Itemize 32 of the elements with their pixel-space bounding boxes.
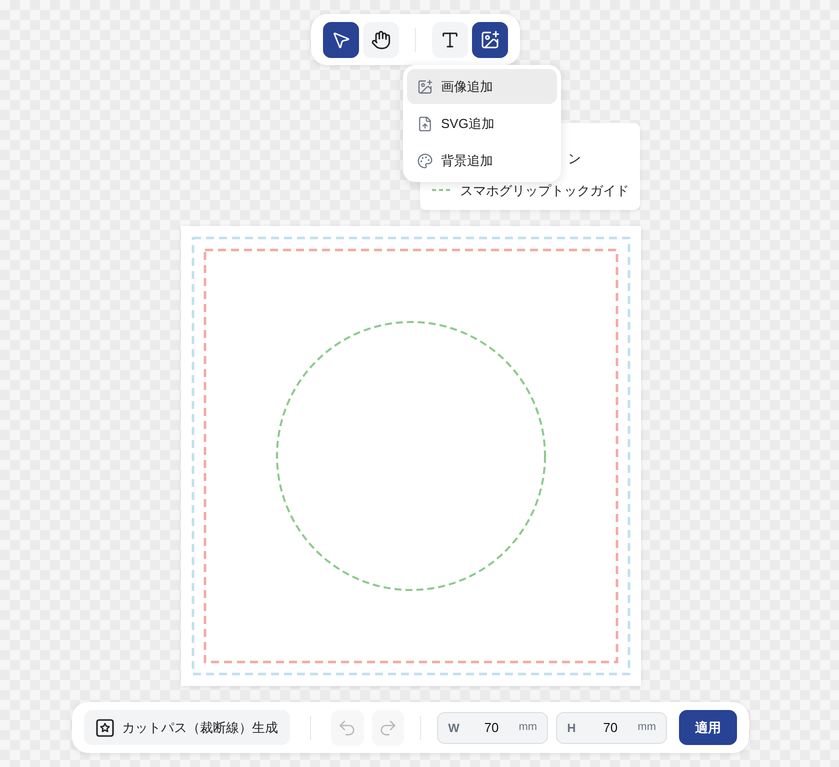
unit-label: mm xyxy=(638,720,656,736)
dimension-field[interactable]: W 70 mm xyxy=(437,712,548,744)
unit-label: mm xyxy=(518,720,538,736)
palette-icon xyxy=(417,152,433,168)
text-icon xyxy=(440,30,460,50)
field-value: 70 xyxy=(602,718,619,737)
file-upload-icon xyxy=(417,116,433,132)
undo-icon xyxy=(337,718,358,738)
star-badge-icon xyxy=(96,718,114,736)
hand-tool-button[interactable] xyxy=(363,22,399,58)
select-tool-button[interactable] xyxy=(323,22,359,58)
legend-label: スマホグリップトックガイド xyxy=(460,182,629,200)
apply-button[interactable]: 適用 xyxy=(679,710,737,745)
hand-icon xyxy=(371,30,391,50)
legend-label: ン xyxy=(568,150,581,168)
field-value: 70 xyxy=(483,718,500,737)
dimension-field[interactable]: H 70 mm xyxy=(556,712,667,744)
menu-item[interactable]: 画像追加 xyxy=(407,69,557,104)
redo-icon xyxy=(378,718,398,738)
pointer-icon xyxy=(331,30,351,50)
menu-item[interactable]: SVG追加 xyxy=(407,106,557,141)
menu-item[interactable]: 背景追加 xyxy=(407,143,557,178)
menu-item-label: SVG追加 xyxy=(441,114,494,133)
menu-item-label: 背景追加 xyxy=(441,152,493,170)
field-label: H xyxy=(567,720,577,736)
text-tool-button[interactable] xyxy=(432,22,468,58)
cut-path-button[interactable]: カットパス（裁断線）生成 xyxy=(84,710,290,745)
add-image-tool-button[interactable] xyxy=(472,22,508,58)
image-plus-icon xyxy=(417,78,433,94)
field-label: W xyxy=(448,720,460,736)
menu-item-label: 画像追加 xyxy=(441,78,493,96)
image-plus-icon xyxy=(480,30,500,50)
